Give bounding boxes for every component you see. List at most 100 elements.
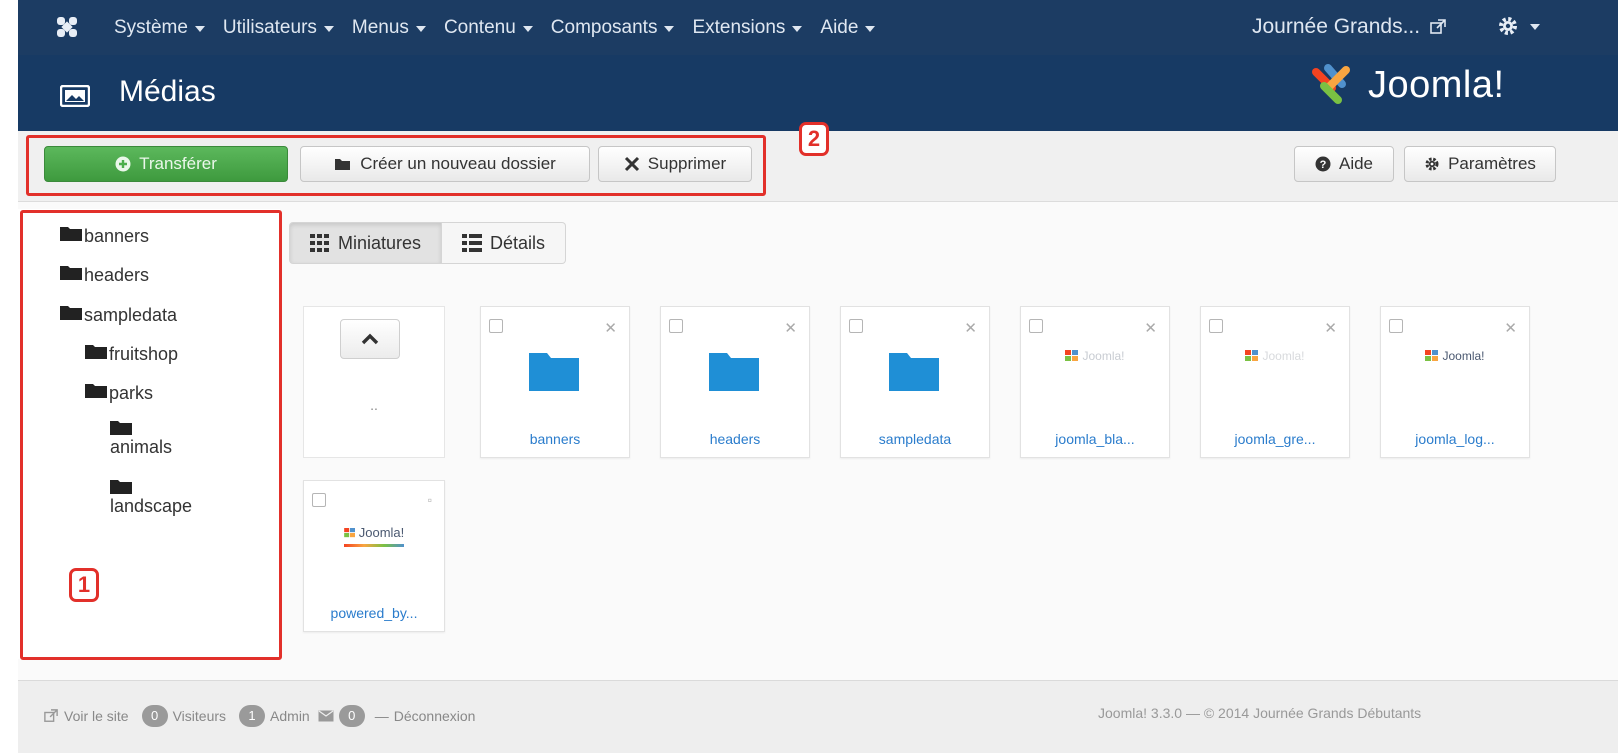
folder-icon — [85, 345, 107, 359]
select-checkbox[interactable] — [489, 319, 503, 333]
joomla-logo-icon — [1312, 64, 1350, 104]
delete-icon[interactable]: ▫ — [428, 493, 432, 507]
thumb-image-joomla-logo[interactable]: ✕ Joomla! joomla_log... — [1380, 306, 1530, 458]
tree-item-label: fruitshop — [109, 344, 179, 364]
tree-item-label: banners — [84, 226, 150, 246]
page-title: Médias — [119, 75, 216, 108]
user-settings-menu[interactable] — [1496, 14, 1540, 38]
tree-item-animals[interactable]: animals — [110, 420, 172, 458]
folder-tree: banners headers sampledata fruitshop par… — [18, 209, 280, 659]
upload-button[interactable]: Transférer — [44, 146, 288, 182]
grid-icon — [310, 234, 329, 252]
tree-item-landscape[interactable]: landscape — [110, 479, 192, 517]
delete-icon[interactable]: ✕ — [784, 319, 797, 337]
up-button[interactable] — [340, 319, 400, 359]
delete-icon[interactable]: ✕ — [1504, 319, 1517, 337]
tree-item-fruitshop[interactable]: fruitshop — [85, 344, 178, 365]
preview-text: Joomla! — [358, 525, 405, 540]
delete-icon[interactable]: ✕ — [604, 319, 617, 337]
joomla-icon[interactable] — [54, 14, 80, 40]
select-checkbox[interactable] — [312, 493, 326, 507]
options-button[interactable]: Paramètres — [1404, 146, 1556, 182]
envelope-icon — [318, 710, 334, 722]
question-circle-icon: ? — [1315, 156, 1331, 172]
folder-icon — [889, 353, 939, 391]
view-site-link[interactable]: Voir le site — [64, 708, 129, 724]
select-checkbox[interactable] — [849, 319, 863, 333]
tree-item-label: sampledata — [84, 305, 178, 325]
file-name[interactable]: joomla_log... — [1381, 431, 1529, 447]
external-link-icon — [1430, 19, 1446, 34]
menu-systeme[interactable]: Système — [114, 17, 205, 39]
tab-details[interactable]: Détails — [442, 222, 567, 264]
file-name[interactable]: powered_by... — [304, 605, 444, 621]
image-icon — [60, 85, 90, 107]
chevron-up-icon — [361, 333, 379, 345]
thumb-folder-headers[interactable]: ✕ headers — [660, 306, 810, 458]
delete-button[interactable]: Supprimer — [598, 146, 752, 182]
folder-open-icon — [335, 159, 351, 170]
gear-icon — [1499, 17, 1517, 35]
menu-contenu[interactable]: Contenu — [444, 17, 533, 39]
menu-extensions[interactable]: Extensions — [692, 16, 803, 39]
menu-utilisateurs[interactable]: Utilisateurs — [223, 17, 334, 39]
file-name[interactable]: joomla_gre... — [1201, 431, 1349, 447]
thumb-image-powered-by[interactable]: ▫ Joomla! powered_by... — [303, 480, 445, 632]
logout-link[interactable]: Déconnexion — [394, 708, 476, 724]
thumb-image-joomla-grey[interactable]: ✕ Joomla! joomla_gre... — [1200, 306, 1350, 458]
caret-down-icon — [792, 25, 803, 32]
tree-item-headers[interactable]: headers — [60, 265, 149, 286]
file-name[interactable]: headers — [661, 431, 809, 447]
menu-label: Extensions — [692, 16, 786, 38]
select-checkbox[interactable] — [1029, 319, 1043, 333]
delete-icon[interactable]: ✕ — [1144, 319, 1157, 337]
joomla-logo-icon — [343, 527, 355, 537]
messages-badge[interactable]: 0 — [338, 705, 365, 727]
tree-item-banners[interactable]: banners — [60, 226, 149, 247]
menu-label: Utilisateurs — [222, 16, 317, 38]
status-footer: Voir le site 0 Visiteurs 1 Admin 0 — Déc… — [18, 680, 1618, 753]
select-checkbox[interactable] — [1209, 319, 1223, 333]
help-button[interactable]: ? Aide — [1294, 146, 1394, 182]
tab-thumbnails[interactable]: Miniatures — [289, 222, 443, 264]
menu-aide[interactable]: Aide — [820, 16, 876, 39]
page-header: Médias Joomla! — [18, 55, 1618, 131]
folder-icon — [60, 266, 82, 280]
thumb-folder-sampledata[interactable]: ✕ sampledata — [840, 306, 990, 458]
select-checkbox[interactable] — [1389, 319, 1403, 333]
admin-badge: 1 — [239, 705, 266, 727]
menu-label: Aide — [820, 16, 859, 38]
callout-number: 1 — [77, 572, 91, 597]
file-name[interactable]: sampledata — [841, 431, 989, 447]
visitors-badge: 0 — [141, 705, 168, 727]
joomla-logo-icon — [1065, 350, 1079, 361]
tree-item-sampledata[interactable]: sampledata — [60, 305, 177, 326]
tree-item-parks[interactable]: parks — [85, 383, 153, 404]
thumb-image-joomla-black[interactable]: ✕ Joomla! joomla_bla... — [1020, 306, 1170, 458]
site-name-link[interactable]: Journée Grands... — [1252, 15, 1446, 39]
file-name[interactable]: joomla_bla... — [1021, 431, 1169, 447]
menu-label: Menus — [351, 16, 409, 38]
caret-down-icon — [664, 25, 675, 32]
caret-down-icon — [1530, 24, 1540, 30]
tab-label: Miniatures — [338, 232, 422, 253]
callout-number: 2 — [807, 126, 821, 151]
app-window: Système Utilisateurs Menus Contenu Compo… — [18, 0, 1618, 753]
delete-icon[interactable]: ✕ — [1324, 319, 1337, 337]
create-folder-button[interactable]: Créer un nouveau dossier — [300, 146, 590, 182]
thumb-folder-banners[interactable]: ✕ banners — [480, 306, 630, 458]
folder-icon — [60, 306, 82, 320]
select-checkbox[interactable] — [669, 319, 683, 333]
file-name[interactable]: banners — [481, 431, 629, 447]
delete-icon[interactable]: ✕ — [964, 319, 977, 337]
menu-menus[interactable]: Menus — [352, 17, 426, 39]
preview-stripe — [344, 544, 404, 547]
svg-text:?: ? — [1320, 159, 1327, 171]
admin-label: Admin — [270, 708, 310, 724]
caret-down-icon — [323, 25, 334, 32]
gear-icon — [1425, 157, 1439, 171]
joomla-logo-icon — [1425, 350, 1439, 361]
menu-composants[interactable]: Composants — [551, 17, 675, 39]
parent-folder-thumb[interactable]: .. — [303, 306, 445, 458]
footer-status: Voir le site 0 Visiteurs 1 Admin 0 — Déc… — [44, 705, 483, 727]
